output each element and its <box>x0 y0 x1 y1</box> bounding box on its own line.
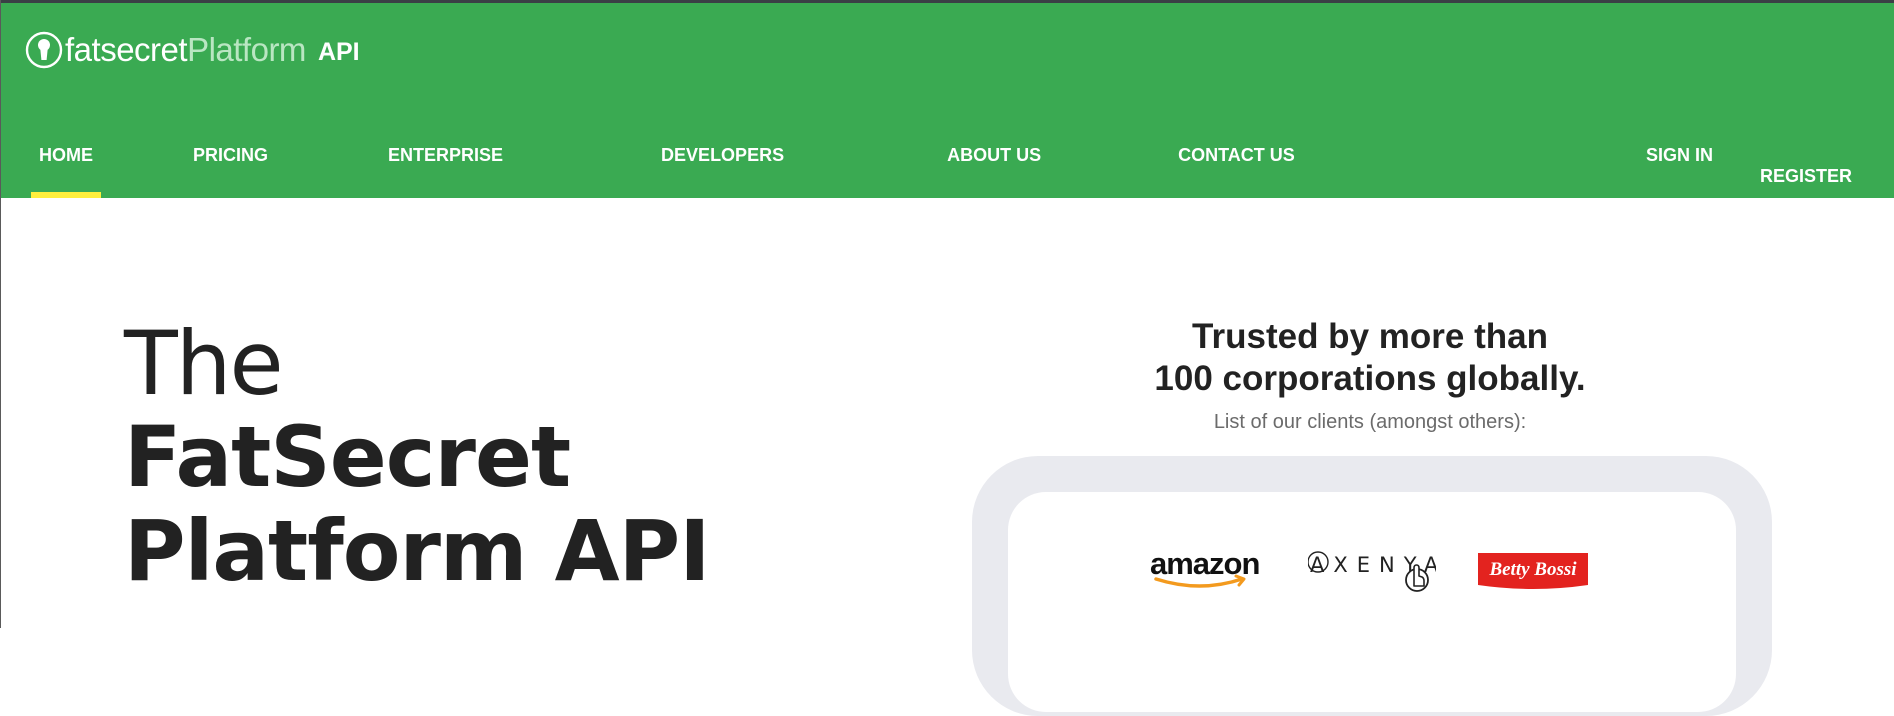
clients-subheading: List of our clients (amongst others): <box>1213 411 1527 433</box>
trusted-heading-line-1: Trusted by more than <box>1192 317 1548 356</box>
hero-title-line-1: The <box>124 312 284 415</box>
window-left-border <box>0 0 1 628</box>
site-header: fatsecret Platform API HOME PRICING ENTERP… <box>0 3 1894 198</box>
brand-name-api: API <box>317 37 360 66</box>
hero-title-line-2: FatSecret <box>124 408 571 506</box>
keyhole-logo-icon <box>25 31 63 69</box>
brand-logo-link[interactable]: fatsecret Platform API <box>25 27 360 73</box>
hero-title: The FatSecret Platform API <box>124 312 710 600</box>
clients-panel <box>1008 492 1736 712</box>
account-navigation: SIGN IN REGISTER <box>0 125 1894 198</box>
register-link[interactable]: REGISTER <box>1760 166 1894 187</box>
trusted-by-section: Trusted by more than 100 corporations gl… <box>1060 316 1680 434</box>
hand-pointer-cursor-icon <box>1405 564 1429 592</box>
amazon-wordmark: amazon <box>1150 548 1259 581</box>
trusted-heading-line-2: 100 corporations globally. <box>1154 359 1586 398</box>
client-logo-amazon: amazon <box>1150 546 1266 588</box>
hero-title-line-3: Platform API <box>124 502 710 600</box>
brand-name-primary: fatsecret <box>65 31 188 68</box>
brand-name-secondary: Platform <box>187 31 306 68</box>
betty-bossi-wordmark: Betty Bossi <box>1488 559 1577 580</box>
sign-in-link[interactable]: SIGN IN <box>1646 145 1894 166</box>
client-logo-betty-bossi: Betty Bossi <box>1476 551 1590 591</box>
